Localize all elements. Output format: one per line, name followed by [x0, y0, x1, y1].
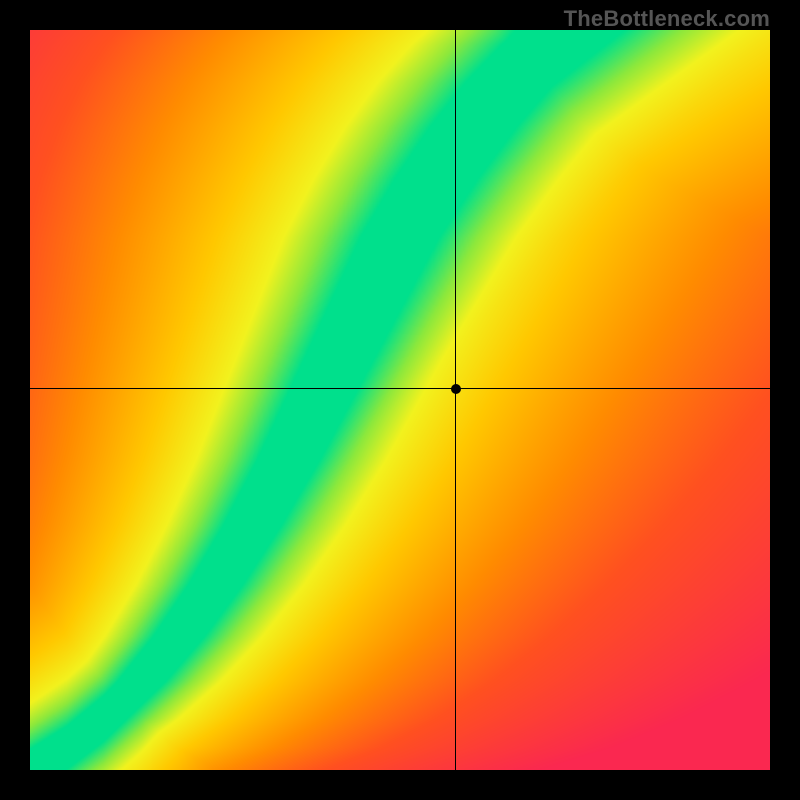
bottleneck-heatmap-canvas — [30, 30, 770, 770]
chart-frame: TheBottleneck.com — [0, 0, 800, 800]
crosshair-horizontal — [30, 388, 770, 389]
crosshair-vertical — [455, 30, 456, 770]
watermark-text: TheBottleneck.com — [564, 6, 770, 32]
target-marker-icon — [451, 384, 461, 394]
